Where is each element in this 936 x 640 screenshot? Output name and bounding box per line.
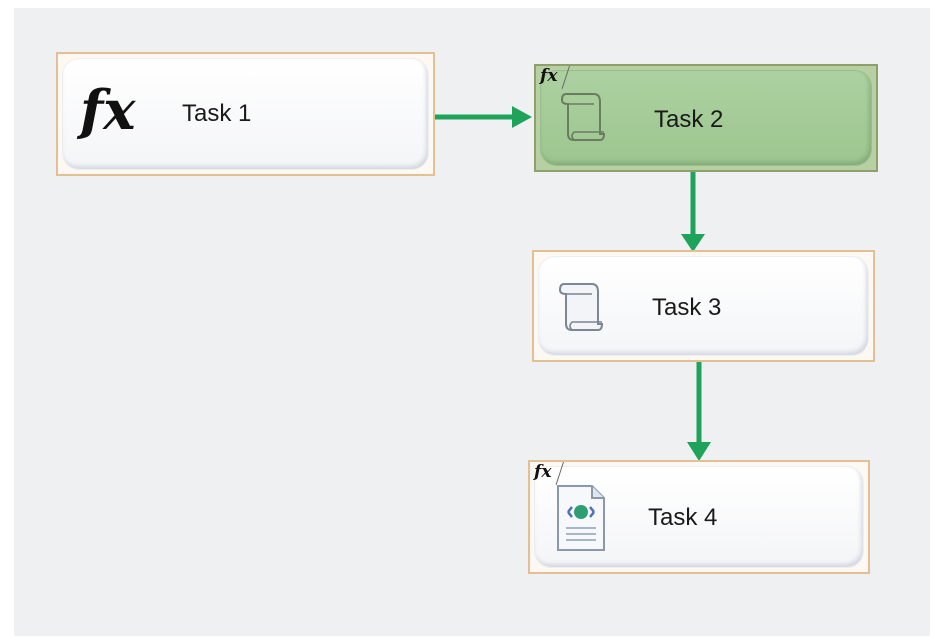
task-3-label: Task 3 xyxy=(652,294,722,321)
task-1[interactable]: fx Task 1 xyxy=(56,52,435,176)
web-service-document-icon xyxy=(554,482,608,554)
task-3[interactable]: Task 3 xyxy=(532,250,875,362)
task-4[interactable]: fx Task 4 xyxy=(528,460,870,574)
task-4-label: Task 4 xyxy=(648,504,718,531)
script-scroll-icon xyxy=(554,278,604,336)
task-1-label: Task 1 xyxy=(182,100,252,127)
fx-icon: fx xyxy=(80,78,136,142)
task-2[interactable]: fx Task 2 xyxy=(534,64,878,172)
script-scroll-icon xyxy=(556,88,606,146)
task-2-label: Task 2 xyxy=(654,106,724,133)
